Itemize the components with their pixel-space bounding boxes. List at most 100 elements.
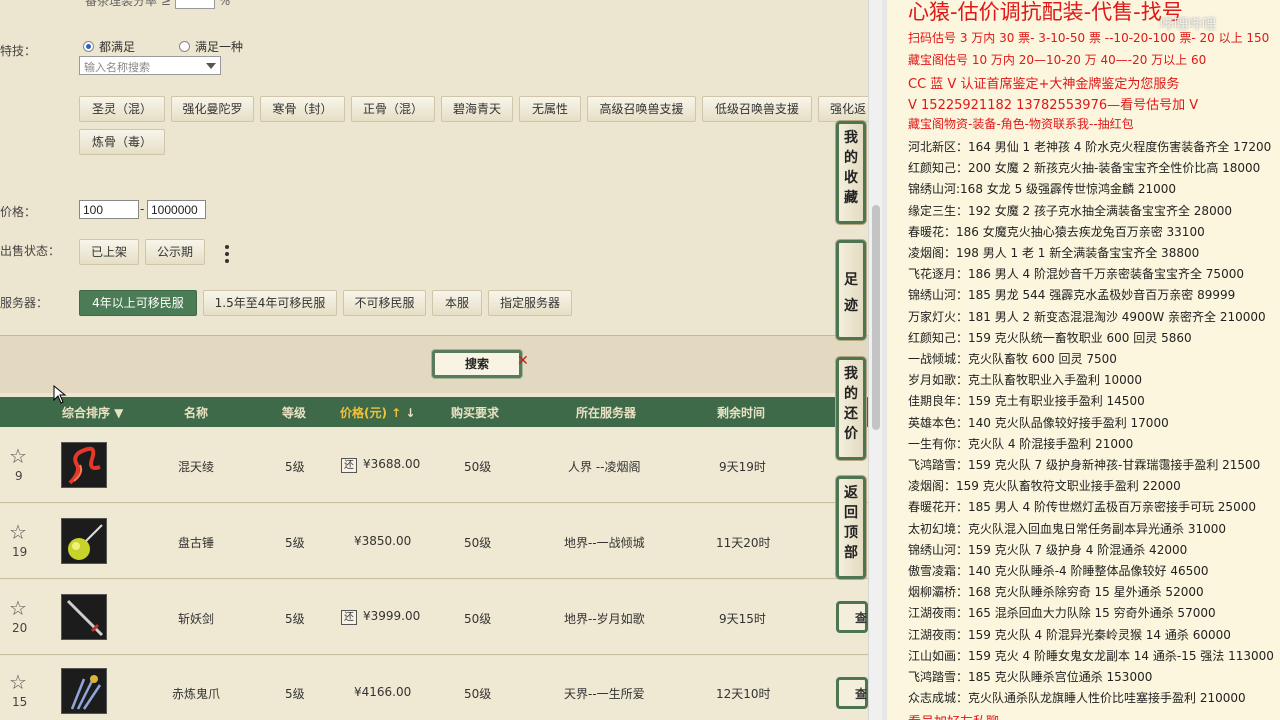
server-chip-nomigrate[interactable]: 不可移民服 bbox=[343, 290, 426, 316]
skill-chip[interactable]: 碧海青天 bbox=[441, 96, 513, 122]
top-filter-fragment: 番茶理装分率 ≥% bbox=[85, 0, 230, 9]
star-icon[interactable]: ☆ bbox=[9, 596, 27, 620]
radio-all-option[interactable]: 都满足 bbox=[83, 38, 135, 55]
table-row[interactable]: ☆ 19 盘古锤 5级 ¥3850.00 50级 地界--一战倾城 11天20时 bbox=[0, 504, 868, 579]
more-options-icon[interactable] bbox=[224, 245, 230, 266]
table-row[interactable]: ☆ 20 斩妖剑 5级 还 ¥3999.00 50级 地界--岁月如歌 9天15时 bbox=[0, 580, 868, 655]
notes-listing-line: 春暖花开：185 男人 4 阶传世燃灯孟极百万亲密接手可玩 25000 bbox=[908, 500, 1256, 515]
sale-status-label: 出售状态： bbox=[0, 244, 61, 258]
radio-one-button[interactable] bbox=[179, 41, 190, 52]
item-remaining: 9天15时 bbox=[719, 612, 766, 626]
item-server: 天界--一生所爱 bbox=[564, 687, 645, 701]
price-header[interactable]: 价格(元) ↑ ↓ bbox=[340, 404, 415, 421]
item-thumbnail[interactable] bbox=[61, 594, 107, 640]
table-row[interactable]: ☆ 9 混天绫 5级 还 ¥3688.00 50级 人界 --凌烟阁 9天19时 bbox=[0, 428, 868, 503]
arrow-down-icon[interactable]: ↓ bbox=[405, 406, 415, 420]
skill-chip[interactable]: 低级召唤兽支援 bbox=[702, 96, 812, 122]
requirement-header: 购买要求 bbox=[451, 406, 500, 420]
item-name[interactable]: 赤炼鬼爪 bbox=[172, 685, 220, 702]
notes-listing-line: 红颜知己：159 克火队统一畜牧职业 600 回灵 5860 bbox=[908, 330, 1192, 345]
server-chip-local[interactable]: 本服 bbox=[432, 290, 482, 316]
search-button[interactable]: 搜索 bbox=[432, 350, 522, 378]
skill-chip[interactable]: 强化曼陀罗 bbox=[171, 96, 254, 122]
notes-listing-line: 飞鸿踏雪：159 克火队 7 级护身新神孩-甘霖瑞霭接手盈利 21500 bbox=[908, 458, 1261, 472]
skill-chip[interactable]: 炼骨（毒） bbox=[79, 129, 165, 155]
status-chip-public[interactable]: 公示期 bbox=[145, 239, 205, 265]
price-header-label: 价格(元) bbox=[340, 406, 387, 420]
star-icon[interactable]: ☆ bbox=[9, 520, 27, 544]
server-chip-1-5yr[interactable]: 1.5年至4年可移民服 bbox=[203, 290, 337, 316]
skill-chip[interactable]: 圣灵（混） bbox=[79, 96, 165, 122]
my-favorites-button[interactable]: 我的收藏 bbox=[836, 121, 866, 224]
close-icon[interactable]: ✕ bbox=[517, 353, 529, 369]
notes-listing-line: 一生有你：克火队 4 阶混接手盈利 21000 bbox=[908, 436, 1134, 451]
remain-header: 剩余时间 bbox=[717, 406, 766, 420]
item-name[interactable]: 混天绫 bbox=[178, 458, 214, 475]
scrollbar-thumb[interactable] bbox=[872, 205, 880, 430]
sort-header[interactable]: 综合排序 ▼ bbox=[62, 404, 123, 421]
chevron-down-icon[interactable] bbox=[206, 63, 216, 69]
skill-chip[interactable]: 强化返 bbox=[818, 96, 868, 122]
my-bargain-label: 我的还价 bbox=[844, 366, 858, 442]
radio-all-button[interactable] bbox=[83, 41, 94, 52]
notes-red-line: 藏宝阁估号 10 万内 20—10-20 万 40—-20 万以上 60 bbox=[908, 53, 1207, 67]
my-bargain-button[interactable]: 我的还价 bbox=[836, 357, 866, 460]
price-max-input[interactable] bbox=[147, 200, 206, 219]
item-thumbnail[interactable] bbox=[61, 668, 107, 714]
fav-count: 19 bbox=[12, 545, 28, 559]
server-chip-4yr[interactable]: 4年以上可移民服 bbox=[79, 290, 197, 316]
notes-listing-line: 红颜知己：200 女魔 2 新孩克火抽-装备宝宝齐全性价比高 18000 bbox=[908, 161, 1261, 176]
radio-one-option[interactable]: 满足一种 bbox=[179, 38, 243, 55]
skill-chip[interactable]: 正骨（混） bbox=[351, 96, 435, 122]
footprint-button[interactable]: 足迹 bbox=[836, 240, 866, 340]
skill-chip[interactable]: 无属性 bbox=[519, 96, 581, 122]
notes-listing-line: 万家灯火：181 男人 2 新变态混混淘沙 4900W 亲密齐全 210000 bbox=[908, 309, 1266, 324]
page-scrollbar[interactable] bbox=[868, 0, 882, 720]
claw-item-icon bbox=[70, 675, 102, 710]
my-favorites-label: 我的收藏 bbox=[844, 130, 858, 206]
item-name[interactable]: 斩妖剑 bbox=[178, 610, 214, 627]
fav-count: 20 bbox=[12, 621, 28, 635]
star-icon[interactable]: ☆ bbox=[9, 670, 27, 694]
item-name[interactable]: 盘古锤 bbox=[178, 534, 214, 551]
item-thumbnail[interactable] bbox=[61, 442, 107, 488]
back-to-top-button[interactable]: 返回顶部 bbox=[836, 476, 866, 579]
item-remaining: 9天19时 bbox=[719, 460, 766, 474]
bargain-tag: 还 bbox=[341, 458, 357, 473]
status-chip-listed[interactable]: 已上架 bbox=[79, 239, 139, 265]
skill-search-select[interactable]: 输入名称搜索 bbox=[79, 56, 221, 75]
item-price: ¥3850.00 bbox=[354, 534, 412, 548]
level-header: 等级 bbox=[282, 406, 307, 420]
item-level: 5级 bbox=[285, 687, 305, 701]
item-remaining: 12天10时 bbox=[716, 687, 771, 701]
notes-red-line: V 15225921182 13782553976—看号估号加 V bbox=[908, 98, 1199, 113]
notes-listing-line: 河北新区：164 男仙 1 老神孩 4 阶水克火程度伤害装备齐全 17200 bbox=[908, 140, 1272, 154]
item-price: ¥4166.00 bbox=[354, 685, 412, 699]
skill-chip[interactable]: 寒骨（封） bbox=[260, 96, 345, 122]
price-min-input[interactable] bbox=[79, 200, 139, 219]
skill-chip[interactable]: 高级召唤兽支援 bbox=[587, 96, 696, 122]
ribbon-item-icon bbox=[68, 446, 101, 485]
star-icon[interactable]: ☆ bbox=[9, 444, 27, 468]
notes-listing-line: 烟柳灞桥：168 克火队睡杀除穷奇 15 星外通杀 52000 bbox=[908, 585, 1204, 600]
notes-cut-line: 看号加好友私聊 bbox=[908, 711, 999, 720]
item-requirement: 50级 bbox=[464, 460, 492, 474]
table-row[interactable]: ☆ 15 赤炼鬼爪 5级 ¥4166.00 50级 天界--一生所爱 12天10… bbox=[0, 656, 868, 720]
server-chip-specified[interactable]: 指定服务器 bbox=[488, 290, 572, 316]
notes-red-line: 扫码估号 3 万内 30 票- 3-10-50 票 --10-20-100 票-… bbox=[908, 31, 1270, 45]
item-server: 地界--一战倾城 bbox=[564, 536, 645, 550]
fav-count: 15 bbox=[12, 695, 28, 709]
notes-listing-line: 飞花逐月：186 男人 4 阶混妙音千万亲密装备宝宝齐全 75000 bbox=[908, 267, 1244, 282]
radio-one-label: 满足一种 bbox=[195, 40, 244, 54]
notes-listing-line: 春暖花：186 女魔克火抽心猿去疾龙兔百万亲密 33100 bbox=[908, 224, 1205, 239]
top-filter-input[interactable] bbox=[174, 0, 215, 9]
view-button[interactable]: 查 bbox=[836, 677, 868, 709]
arrow-up-icon[interactable]: ↑ bbox=[391, 406, 401, 420]
fav-count: 9 bbox=[15, 469, 23, 483]
view-button[interactable]: 查 bbox=[836, 601, 868, 633]
item-thumbnail[interactable] bbox=[61, 518, 107, 564]
notes-listing-line: 一战倾城：克火队畜牧 600 回灵 7500 bbox=[908, 352, 1117, 366]
table-header: 综合排序 ▼ 名称 等级 价格(元) ↑ ↓ 购买要求 所在服务器 剩余时间 bbox=[0, 397, 868, 427]
price-label: 价格： bbox=[0, 205, 37, 219]
item-requirement: 50级 bbox=[464, 687, 492, 701]
